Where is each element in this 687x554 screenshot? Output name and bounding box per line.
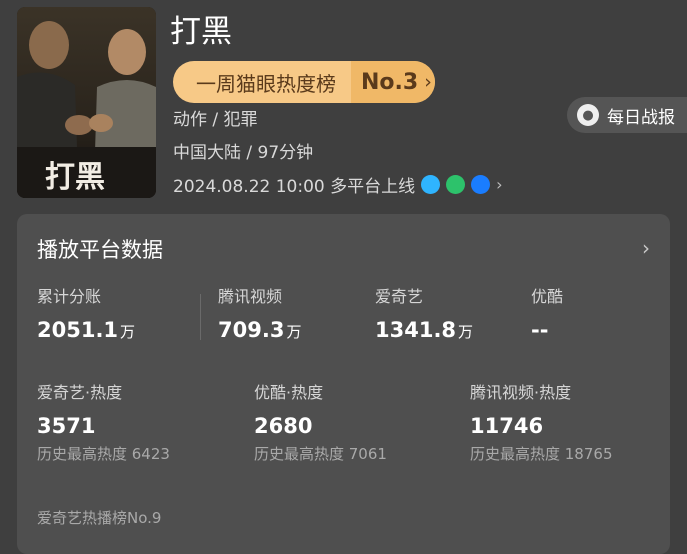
iqiyi-icon — [446, 175, 466, 194]
tencent-video-icon — [421, 175, 441, 194]
rank-label: 一周猫眼热度榜 — [196, 71, 336, 96]
stat-value: 1341.8 万 — [375, 318, 474, 342]
poster-title-text: 打黑 — [45, 160, 105, 195]
stat-history: 历史最高热度 6423 — [37, 445, 170, 463]
movie-poster[interactable]: 打黑 — [17, 7, 156, 198]
stat-value: -- — [531, 318, 549, 342]
medal-icon: ● — [577, 104, 599, 126]
iqiyi-revenue-stat: 爱奇艺 1341.8 万 — [375, 286, 473, 345]
daily-report-button[interactable]: ● 每日战报 — [567, 97, 687, 133]
movie-title: 打黑 — [170, 14, 232, 50]
stat-value: 2680 — [254, 414, 313, 438]
youku-revenue-stat: 优酷 -- — [531, 286, 563, 345]
stat-value: 11746 — [470, 414, 544, 438]
poster-image: 打黑 — [17, 7, 156, 198]
iqiyi-heat-stat: 爱奇艺·热度 3571 历史最高热度 6423 — [37, 382, 170, 464]
stat-value: 3571 — [37, 414, 96, 438]
movie-origin-duration: 中国大陆 / 97分钟 — [173, 143, 314, 163]
rank-value-area: No.3 › — [351, 61, 435, 103]
platform-data-card[interactable]: 播放平台数据 › 累计分账 2051.1 万 腾讯视频 709.3 万 爱奇艺 13… — [17, 214, 670, 554]
youku-icon — [471, 175, 491, 194]
stat-value: 709.3 万 — [218, 318, 302, 342]
stat-label: 优酷·热度 — [254, 383, 324, 402]
daily-report-label: 每日战报 — [607, 107, 675, 128]
stat-history: 历史最高热度 18765 — [470, 445, 613, 463]
chevron-right-icon: › — [496, 175, 503, 194]
youku-heat-stat: 优酷·热度 2680 历史最高热度 7061 — [254, 382, 387, 464]
tencent-revenue-stat: 腾讯视频 709.3 万 — [218, 286, 301, 345]
stat-label: 腾讯视频 — [218, 287, 283, 306]
tencent-heat-stat: 腾讯视频·热度 11746 历史最高热度 18765 — [470, 382, 613, 464]
chevron-right-icon: › — [424, 71, 432, 93]
divider — [200, 294, 201, 340]
stat-label: 腾讯视频·热度 — [470, 383, 572, 402]
stat-label: 爱奇艺 — [375, 287, 424, 306]
stat-label: 累计分账 — [37, 287, 102, 306]
card-title: 播放平台数据 — [37, 238, 163, 262]
movie-genres: 动作 / 犯罪 — [173, 110, 258, 130]
iqiyi-chart-rank: 爱奇艺热播榜No.9 — [37, 509, 162, 527]
chevron-right-icon[interactable]: › — [642, 236, 650, 260]
stat-history: 历史最高热度 7061 — [254, 445, 387, 463]
stat-label: 优酷 — [531, 287, 564, 306]
total-revenue-stat: 累计分账 2051.1 万 — [37, 286, 135, 345]
weekly-rank-badge[interactable]: 一周猫眼热度榜 No.3 › — [173, 61, 435, 103]
release-row[interactable]: 2024.08.22 10:00 多平台上线 › — [173, 172, 503, 197]
rank-value: No.3 — [361, 69, 419, 95]
stat-value: 2051.1 万 — [37, 318, 136, 342]
release-info: 2024.08.22 10:00 多平台上线 — [173, 177, 416, 197]
stat-label: 爱奇艺·热度 — [37, 383, 123, 402]
